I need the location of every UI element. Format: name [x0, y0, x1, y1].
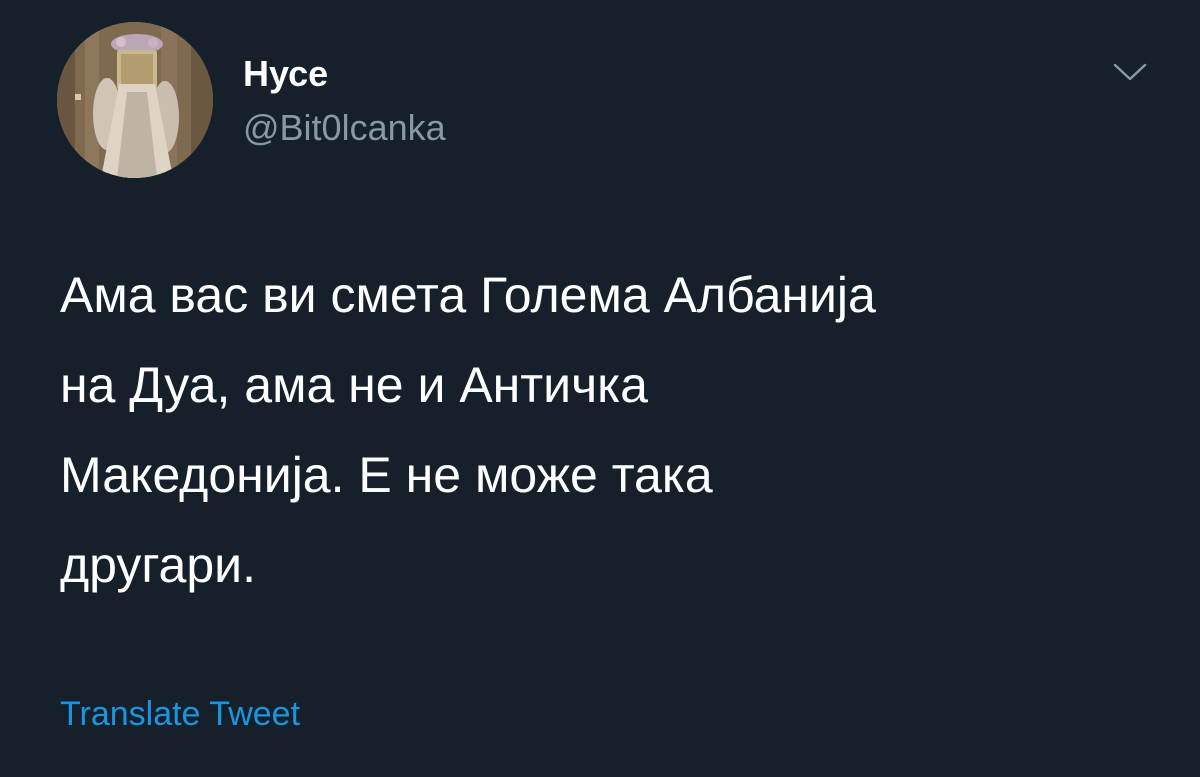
tweet-text-line: Македонија. Е не може така	[60, 447, 713, 503]
author-display-name[interactable]: Нусе	[243, 52, 328, 96]
tweet-text-line: на Дуа, ама не и Античка	[60, 357, 648, 413]
tweet-text: Ама вас ви смета Голема Албанија на Дуа,…	[60, 250, 1140, 610]
tweet-text-line: Ама вас ви смета Голема Албанија	[60, 267, 876, 323]
avatar[interactable]	[57, 22, 213, 178]
author-handle[interactable]: @Bit0lcanka	[243, 106, 446, 150]
tweet-card: Нусе @Bit0lcanka Ама вас ви смета Голема…	[0, 0, 1200, 777]
chevron-down-icon	[1113, 63, 1147, 81]
more-options-button[interactable]	[1104, 50, 1156, 94]
tweet-text-line: другари.	[60, 537, 256, 593]
avatar-image	[57, 22, 213, 178]
translate-tweet-link[interactable]: Translate Tweet	[60, 692, 300, 736]
